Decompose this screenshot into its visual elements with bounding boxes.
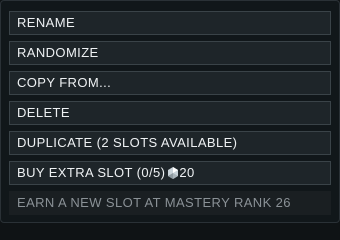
randomize-label: RANDOMIZE [17, 45, 99, 60]
delete-button[interactable]: DELETE [9, 101, 331, 125]
earn-slot-label: EARN A NEW SLOT AT MASTERY RANK 26 [17, 195, 291, 210]
buy-extra-slot-button[interactable]: BUY EXTRA SLOT (0/5) 20 [9, 161, 331, 185]
platinum-icon [168, 167, 179, 179]
buy-extra-slot-price: 20 [179, 165, 195, 180]
copy-from-button[interactable]: COPY FROM... [9, 71, 331, 95]
copy-from-label: COPY FROM... [17, 75, 112, 90]
randomize-button[interactable]: RANDOMIZE [9, 41, 331, 65]
delete-label: DELETE [17, 105, 70, 120]
buy-extra-slot-label: BUY EXTRA SLOT (0/5) [17, 165, 166, 180]
earn-slot-info: EARN A NEW SLOT AT MASTERY RANK 26 [9, 191, 331, 215]
loadout-options-menu: RENAME RANDOMIZE COPY FROM... DELETE DUP… [0, 0, 340, 223]
rename-label: RENAME [17, 15, 76, 30]
duplicate-label: DUPLICATE (2 SLOTS AVAILABLE) [17, 135, 238, 150]
rename-button[interactable]: RENAME [9, 11, 331, 35]
duplicate-button[interactable]: DUPLICATE (2 SLOTS AVAILABLE) [9, 131, 331, 155]
